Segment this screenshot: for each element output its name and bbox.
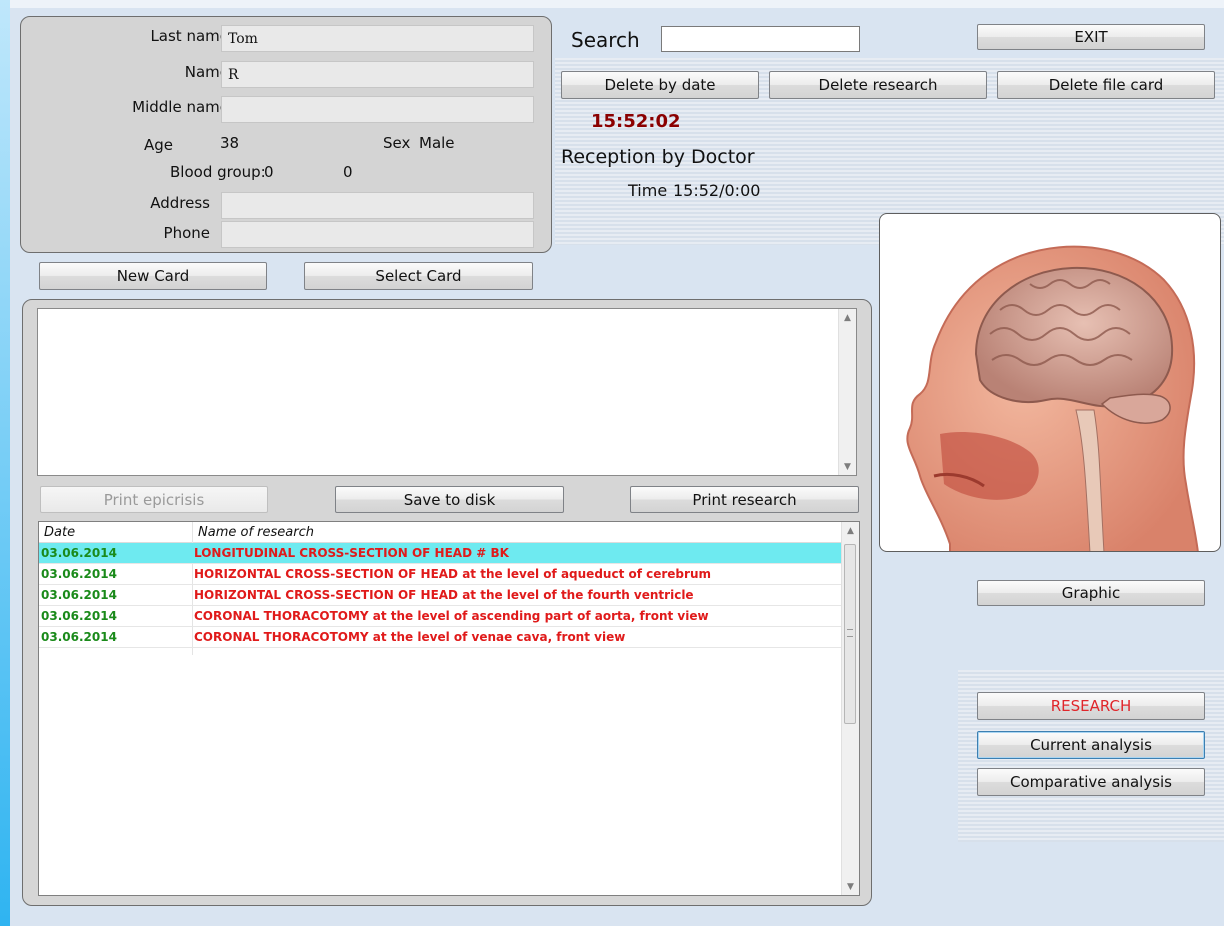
blood-group-value-2: 0 — [343, 163, 353, 181]
exit-button[interactable]: EXIT — [977, 24, 1205, 50]
delete-by-date-button[interactable]: Delete by date — [561, 71, 759, 99]
table-header: Date Name of research — [39, 522, 842, 543]
table-row[interactable]: 03.06.2014 HORIZONTAL CROSS-SECTION OF H… — [39, 564, 842, 585]
last-name-field[interactable]: Tom — [221, 25, 534, 52]
table-row[interactable]: 03.06.2014 CORONAL THORACOTOMY at the le… — [39, 627, 842, 648]
row-name: LONGITUDINAL CROSS-SECTION OF HEAD # BK — [194, 546, 509, 560]
name-field[interactable]: R — [221, 61, 534, 88]
scroll-thumb[interactable] — [844, 544, 856, 724]
row-date: 03.06.2014 — [41, 588, 117, 602]
last-name-label: Last name — [150, 27, 229, 45]
delete-research-button[interactable]: Delete research — [769, 71, 987, 99]
phone-label: Phone — [163, 224, 210, 242]
age-value: 38 — [220, 134, 240, 152]
address-label: Address — [150, 194, 210, 212]
scroll-down-icon[interactable]: ▼ — [842, 878, 859, 895]
comparative-analysis-button[interactable]: Comparative analysis — [977, 768, 1205, 796]
row-date: 03.06.2014 — [41, 546, 117, 560]
scroll-down-icon[interactable]: ▼ — [839, 458, 856, 475]
row-name: HORIZONTAL CROSS-SECTION OF HEAD at the … — [194, 567, 711, 581]
scroll-up-icon[interactable]: ▲ — [839, 309, 856, 326]
new-card-button[interactable]: New Card — [39, 262, 267, 290]
print-research-button[interactable]: Print research — [630, 486, 859, 513]
research-table[interactable]: Date Name of research 03.06.2014 LONGITU… — [38, 521, 860, 896]
age-label: Age — [144, 136, 174, 154]
row-date: 03.06.2014 — [41, 609, 117, 623]
blood-group-value-1: 0 — [264, 163, 274, 181]
phone-field[interactable] — [221, 221, 534, 248]
notes-memo[interactable]: ▲ ▼ — [37, 308, 857, 476]
sex-value: Male — [419, 134, 455, 152]
col-date-header[interactable]: Date — [44, 525, 75, 540]
top-band — [10, 0, 1224, 8]
middle-name-label: Middle name — [132, 98, 229, 116]
head-cross-section-illustration — [906, 245, 1199, 551]
address-field[interactable] — [221, 192, 534, 219]
print-epicrisis-button[interactable]: Print epicrisis — [40, 486, 268, 513]
search-label: Search — [571, 28, 640, 52]
time-label: Time — [628, 181, 668, 200]
graphic-button[interactable]: Graphic — [977, 580, 1205, 606]
scroll-up-icon[interactable]: ▲ — [842, 522, 859, 539]
research-button[interactable]: RESEARCH — [977, 692, 1205, 720]
current-analysis-button[interactable]: Current analysis — [977, 731, 1205, 759]
row-name: CORONAL THORACOTOMY at the level of vena… — [194, 630, 626, 644]
search-input[interactable] — [661, 26, 860, 52]
col-name-header[interactable]: Name of research — [198, 525, 314, 540]
research-panel: ▲ ▼ Print epicrisis Save to disk Print r… — [22, 299, 872, 906]
row-date: 03.06.2014 — [41, 567, 117, 581]
time-value: 15:52/0:00 — [673, 181, 761, 200]
select-card-button[interactable]: Select Card — [304, 262, 533, 290]
row-date: 03.06.2014 — [41, 630, 117, 644]
clock: 15:52:02 — [591, 111, 681, 132]
row-name: HORIZONTAL CROSS-SECTION OF HEAD at the … — [194, 588, 694, 602]
middle-name-field[interactable] — [221, 96, 534, 123]
delete-file-card-button[interactable]: Delete file card — [997, 71, 1215, 99]
table-row[interactable]: 03.06.2014 HORIZONTAL CROSS-SECTION OF H… — [39, 585, 842, 606]
table-row[interactable]: 03.06.2014 CORONAL THORACOTOMY at the le… — [39, 606, 842, 627]
reception-title: Reception by Doctor — [561, 146, 755, 168]
window-edge — [0, 0, 10, 926]
blood-group-label: Blood group: — [170, 163, 266, 181]
memo-scrollbar[interactable]: ▲ ▼ — [838, 309, 856, 475]
table-scrollbar[interactable]: ▲ ▼ — [841, 522, 859, 895]
save-to-disk-button[interactable]: Save to disk — [335, 486, 564, 513]
row-name: CORONAL THORACOTOMY at the level of asce… — [194, 609, 709, 623]
patient-card-panel: Last name Tom Name R Middle name Age 38 … — [20, 16, 552, 253]
head-anatomy-image — [879, 213, 1221, 552]
sex-label: Sex — [383, 134, 411, 152]
table-row[interactable]: 03.06.2014 LONGITUDINAL CROSS-SECTION OF… — [39, 543, 842, 564]
